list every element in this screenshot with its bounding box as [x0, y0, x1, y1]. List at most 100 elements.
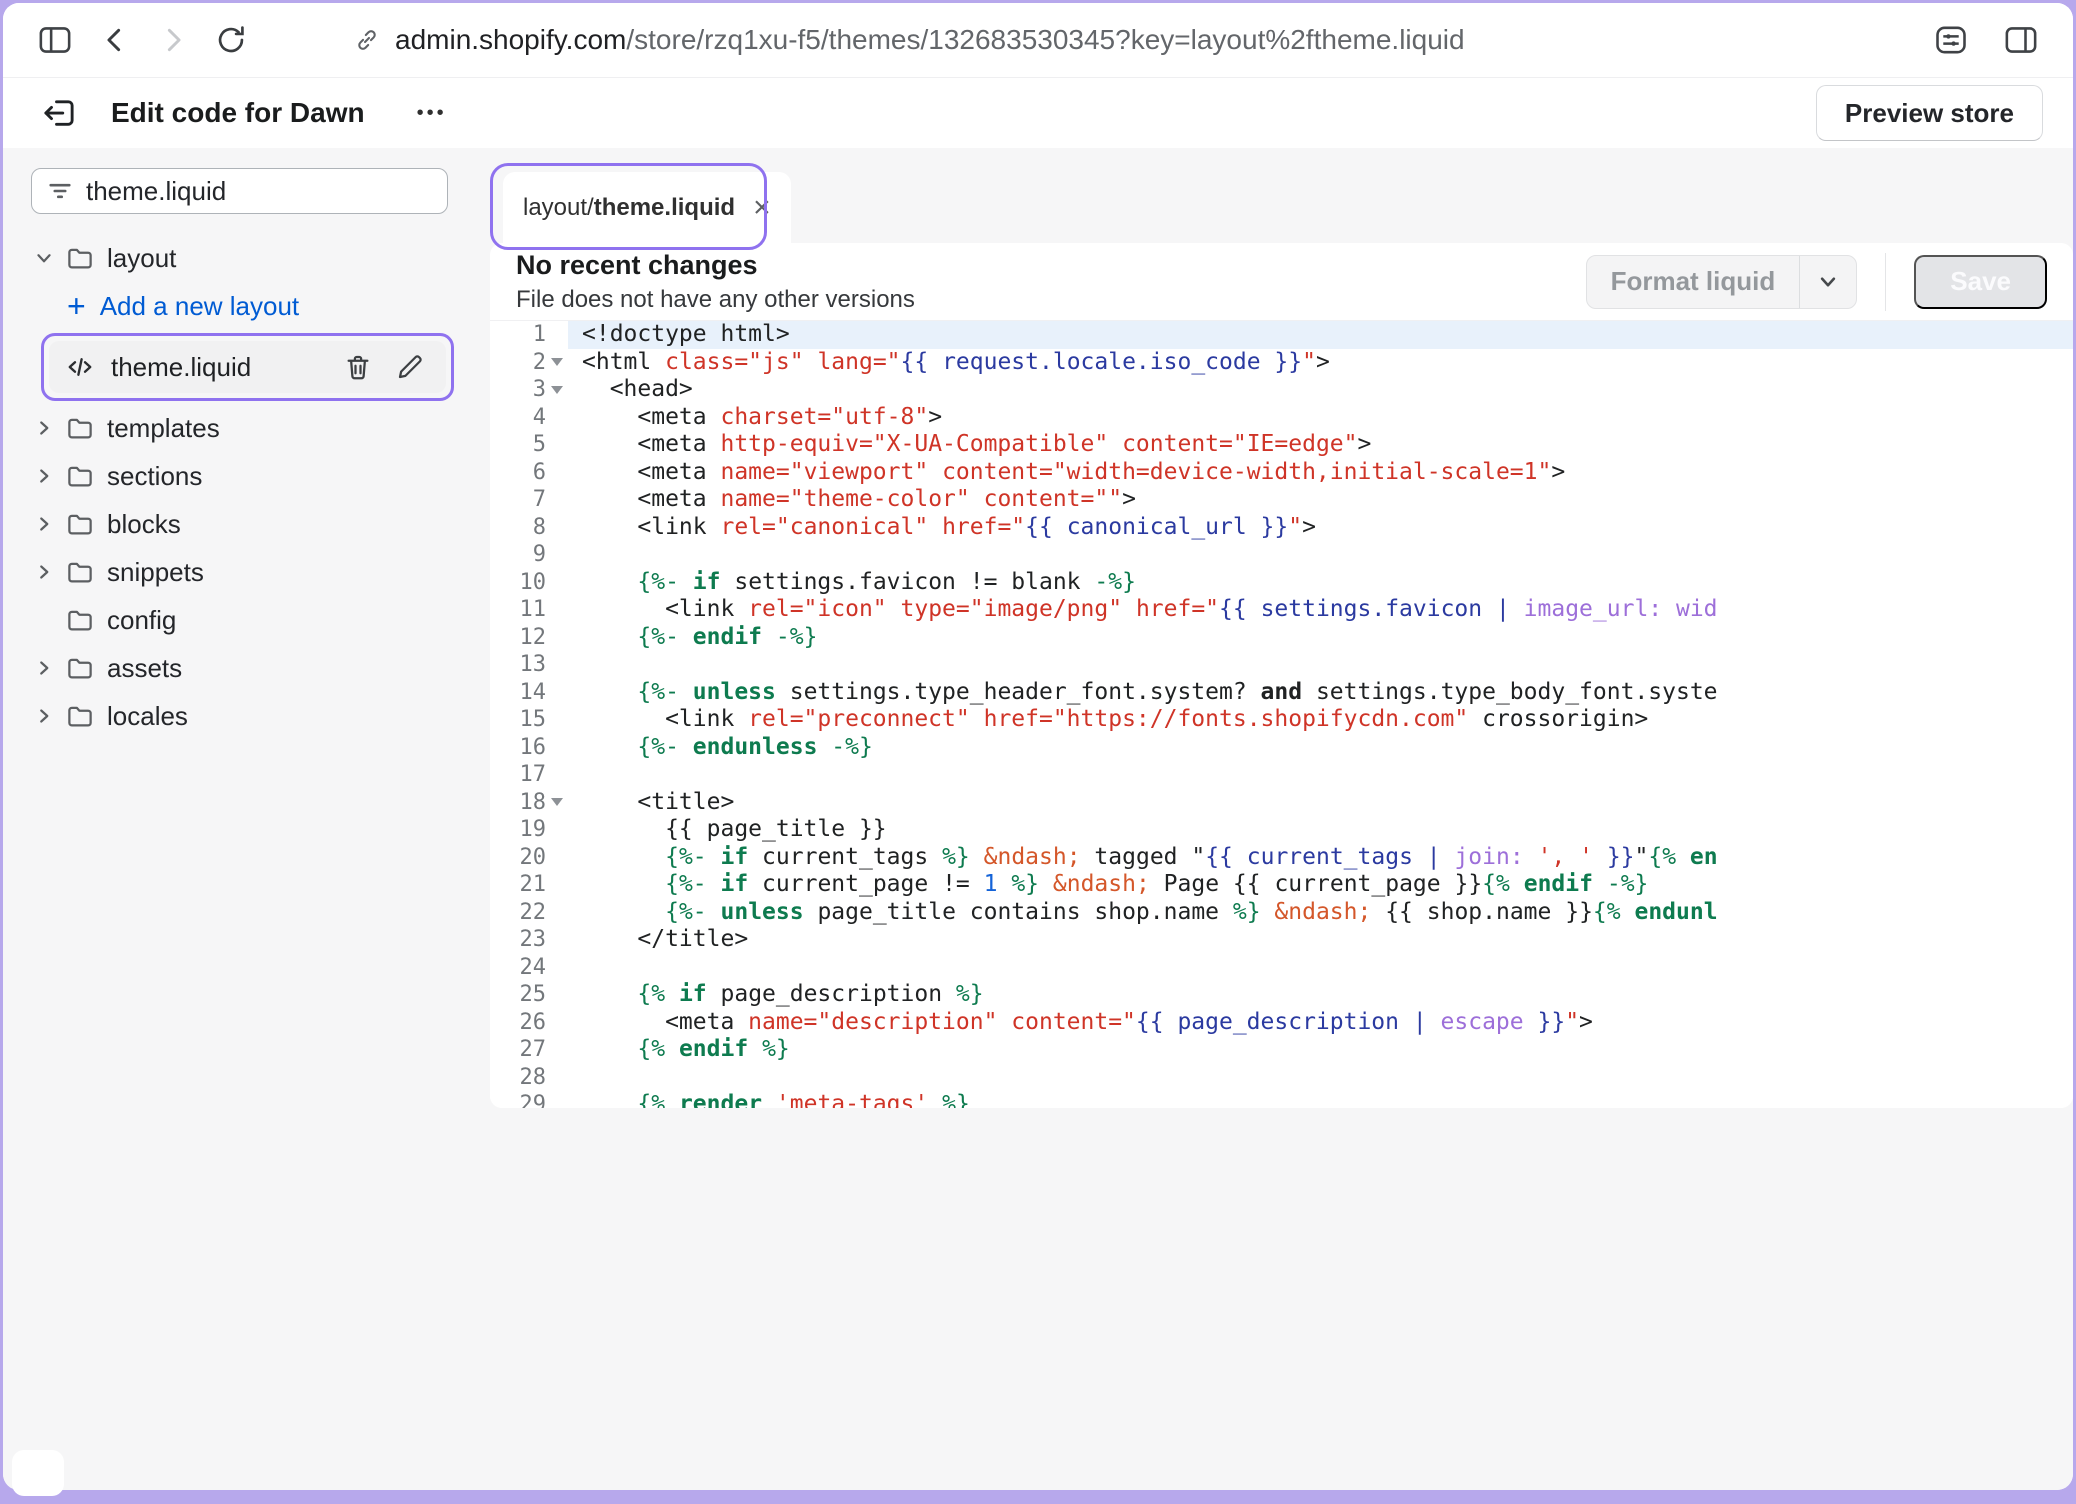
code-line[interactable]: 28	[490, 1064, 2073, 1092]
search-input[interactable]	[86, 176, 433, 207]
code-line[interactable]: 23 </title>	[490, 926, 2073, 954]
more-actions-button[interactable]: •••	[407, 96, 457, 131]
sidebar-item-snippets[interactable]: snippets	[31, 548, 448, 596]
code-line[interactable]: 29 {% render 'meta-tags' %}	[490, 1091, 2073, 1108]
sidebar-item-locales[interactable]: locales	[31, 692, 448, 740]
code-line[interactable]: 18 <title>	[490, 789, 2073, 817]
chevron-right-icon[interactable]	[31, 513, 57, 535]
code-line[interactable]: 14 {%- unless settings.type_header_font.…	[490, 679, 2073, 707]
code-line[interactable]: 24	[490, 954, 2073, 982]
code-line[interactable]: 5 <meta http-equiv="X-UA-Compatible" con…	[490, 431, 2073, 459]
exit-icon[interactable]	[33, 87, 85, 139]
file-search-box[interactable]	[31, 168, 448, 214]
code-line[interactable]: 12 {%- endif -%}	[490, 624, 2073, 652]
sidebar-item-layout[interactable]: layout	[31, 234, 448, 282]
back-arrow-icon[interactable]	[89, 14, 141, 66]
code-line-text[interactable]: <head>	[568, 376, 2073, 404]
line-number[interactable]: 28	[490, 1064, 568, 1092]
rename-file-button[interactable]	[390, 347, 430, 387]
sidebar-toggle-icon[interactable]	[29, 14, 81, 66]
code-line-text[interactable]	[568, 541, 2073, 569]
code-editor[interactable]: 1<!doctype html>2<html class="js" lang="…	[490, 321, 2073, 1108]
sidebar-item-assets[interactable]: assets	[31, 644, 448, 692]
chevron-right-icon[interactable]	[31, 657, 57, 679]
line-number[interactable]: 6	[490, 459, 568, 487]
code-line[interactable]: 11 <link rel="icon" type="image/png" hre…	[490, 596, 2073, 624]
line-number[interactable]: 21	[490, 871, 568, 899]
code-line[interactable]: 22 {%- unless page_title contains shop.n…	[490, 899, 2073, 927]
tab-close-icon[interactable]: ×	[753, 193, 771, 223]
save-button[interactable]: Save	[1914, 255, 2047, 309]
code-line-text[interactable]: {%- if settings.favicon != blank -%}	[568, 569, 2073, 597]
code-line-text[interactable]: {% endif %}	[568, 1036, 2073, 1064]
line-number[interactable]: 8	[490, 514, 568, 542]
preview-store-button[interactable]: Preview store	[1816, 85, 2043, 141]
split-view-icon[interactable]	[1995, 14, 2047, 66]
line-number[interactable]: 27	[490, 1036, 568, 1064]
file-theme-liquid[interactable]: theme.liquid	[49, 341, 446, 393]
code-line[interactable]: 9	[490, 541, 2073, 569]
chevron-right-icon[interactable]	[31, 417, 57, 439]
format-liquid-button[interactable]: Format liquid	[1586, 255, 1858, 309]
code-line[interactable]: 1<!doctype html>	[490, 321, 2073, 349]
delete-file-button[interactable]	[338, 347, 378, 387]
code-line-text[interactable]: <meta name="description" content="{{ pag…	[568, 1009, 2073, 1037]
code-line[interactable]: 7 <meta name="theme-color" content="">	[490, 486, 2073, 514]
fold-chevron-icon[interactable]	[546, 376, 568, 404]
code-line[interactable]: 6 <meta name="viewport" content="width=d…	[490, 459, 2073, 487]
line-number[interactable]: 7	[490, 486, 568, 514]
chevron-right-icon[interactable]	[31, 705, 57, 727]
code-line-text[interactable]	[568, 761, 2073, 789]
sidebar-item-templates[interactable]: templates	[31, 404, 448, 452]
line-number[interactable]: 16	[490, 734, 568, 762]
code-line-text[interactable]: <meta http-equiv="X-UA-Compatible" conte…	[568, 431, 2073, 459]
code-line-text[interactable]: <meta charset="utf-8">	[568, 404, 2073, 432]
line-number[interactable]: 14	[490, 679, 568, 707]
code-line-text[interactable]: <link rel="icon" type="image/png" href="…	[568, 596, 2073, 624]
code-line-text[interactable]: <link rel="preconnect" href="https://fon…	[568, 706, 2073, 734]
code-line-text[interactable]: <html class="js" lang="{{ request.locale…	[568, 349, 2073, 377]
line-number[interactable]: 23	[490, 926, 568, 954]
code-line[interactable]: 8 <link rel="canonical" href="{{ canonic…	[490, 514, 2073, 542]
reload-icon[interactable]	[205, 14, 257, 66]
code-line[interactable]: 26 <meta name="description" content="{{ …	[490, 1009, 2073, 1037]
line-number[interactable]: 19	[490, 816, 568, 844]
code-line-text[interactable]: <title>	[568, 789, 2073, 817]
line-number[interactable]: 15	[490, 706, 568, 734]
line-number[interactable]: 1	[490, 321, 568, 349]
code-line-text[interactable]: {%- endif -%}	[568, 624, 2073, 652]
line-number[interactable]: 3	[490, 376, 568, 404]
line-number[interactable]: 5	[490, 431, 568, 459]
tab-layout-theme-liquid[interactable]: layout/theme.liquid ×	[503, 172, 791, 243]
code-line[interactable]: 3 <head>	[490, 376, 2073, 404]
code-line-text[interactable]: <link rel="canonical" href="{{ canonical…	[568, 514, 2073, 542]
code-line[interactable]: 25 {% if page_description %}	[490, 981, 2073, 1009]
line-number[interactable]: 29	[490, 1091, 568, 1108]
line-number[interactable]: 9	[490, 541, 568, 569]
line-number[interactable]: 24	[490, 954, 568, 982]
add-layout-button[interactable]: + Add a new layout	[31, 282, 448, 330]
line-number[interactable]: 26	[490, 1009, 568, 1037]
fold-chevron-icon[interactable]	[546, 349, 568, 377]
code-line[interactable]: 2<html class="js" lang="{{ request.local…	[490, 349, 2073, 377]
code-line-text[interactable]: {%- unless settings.type_header_font.sys…	[568, 679, 2073, 707]
line-number[interactable]: 11	[490, 596, 568, 624]
code-line[interactable]: 27 {% endif %}	[490, 1036, 2073, 1064]
code-line-text[interactable]	[568, 651, 2073, 679]
chevron-down-icon[interactable]	[31, 247, 57, 269]
code-line-text[interactable]: {% render 'meta-tags' %}	[568, 1091, 2073, 1108]
code-line[interactable]: 17	[490, 761, 2073, 789]
line-number[interactable]: 17	[490, 761, 568, 789]
code-line-text[interactable]: <meta name="viewport" content="width=dev…	[568, 459, 2073, 487]
code-line-text[interactable]: {%- if current_tags %} &ndash; tagged "{…	[568, 844, 2073, 872]
code-line-text[interactable]	[568, 1064, 2073, 1092]
fold-chevron-icon[interactable]	[546, 789, 568, 817]
code-line[interactable]: 4 <meta charset="utf-8">	[490, 404, 2073, 432]
sidebar-item-config[interactable]: config	[31, 596, 448, 644]
code-line-text[interactable]	[568, 954, 2073, 982]
code-line[interactable]: 16 {%- endunless -%}	[490, 734, 2073, 762]
code-line-text[interactable]: </title>	[568, 926, 2073, 954]
code-line[interactable]: 13	[490, 651, 2073, 679]
code-line-text[interactable]: {%- if current_page != 1 %} &ndash; Page…	[568, 871, 2073, 899]
address-bar[interactable]: admin.shopify.com/store/rzq1xu-f5/themes…	[353, 24, 1465, 56]
